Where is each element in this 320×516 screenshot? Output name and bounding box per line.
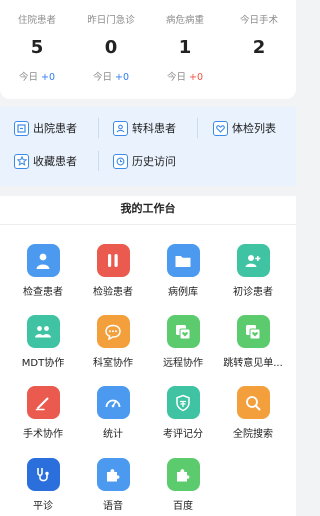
stat-value: 5 (30, 37, 44, 58)
tile-evaluation[interactable]: 考评记分 (147, 386, 219, 440)
workbench-section: 我的工作台 检查患者 检验患者 病例库 初诊患者 MDT协作 科室协作 远程协作… (0, 196, 296, 516)
tile-surgery[interactable]: 手术协作 (7, 386, 79, 440)
stat-label: 昨日门急诊 (87, 15, 135, 26)
tile-label: 全院搜索 (233, 429, 273, 440)
checkup-icon (213, 120, 228, 136)
today-delta: +0 (189, 72, 204, 83)
tile-department[interactable]: 科室协作 (77, 315, 149, 369)
gauge-icon (96, 386, 130, 419)
today-label: 今日 (92, 72, 112, 83)
tile-label: 科室协作 (93, 358, 133, 369)
tile-label: 初诊患者 (233, 287, 273, 298)
tile-hospital-search[interactable]: 全院搜索 (217, 386, 289, 440)
quick-link-history[interactable]: 历史访问 (113, 151, 176, 171)
quick-link-transfer[interactable]: 转科患者 (113, 118, 176, 138)
stat-value: 0 (104, 37, 118, 58)
stat-value: 2 (252, 37, 266, 58)
quick-links-row: 收藏患者 历史访问 (0, 151, 296, 179)
chat-icon (96, 315, 130, 348)
today-delta: +0 (41, 72, 56, 83)
tile-referral-form[interactable]: 跳转意见单... (217, 315, 289, 369)
divider (98, 151, 99, 171)
stat-label: 住院患者 (17, 15, 56, 26)
tile-label: 平诊 (33, 501, 53, 512)
tile-exam-patients[interactable]: 检查患者 (7, 244, 79, 298)
stat-value: 1 (178, 37, 192, 58)
heart-card-icon (236, 315, 270, 348)
tile-label: 远程协作 (163, 358, 203, 369)
transfer-icon (113, 120, 128, 136)
quick-link-label: 历史访问 (132, 155, 176, 168)
today-label: 今日 (18, 72, 38, 83)
stats-card: 住院患者 5 今日 +0 昨日门急诊 0 今日 +0 病危病重 1 今日 +0 今日手… (0, 0, 296, 99)
tile-label: 百度 (173, 501, 193, 512)
stat-inpatients[interactable]: 住院患者 5 今日 +0 (0, 0, 74, 99)
puzzle-icon (96, 458, 130, 491)
today-label: 今日 (166, 72, 186, 83)
divider (197, 118, 198, 138)
tile-baidu[interactable]: 百度 (147, 458, 219, 512)
heart-card-icon (166, 315, 200, 348)
quick-links-row: 出院患者 转科患者 体检列表 (0, 118, 296, 146)
divider (98, 118, 99, 138)
tile-first-visit[interactable]: 初诊患者 (217, 244, 289, 298)
stat-critical[interactable]: 病危病重 1 今日 +0 (148, 0, 222, 99)
star-icon (14, 153, 29, 169)
history-icon (113, 153, 128, 169)
tile-label: 语音 (103, 501, 123, 512)
stat-today: 今日 +0 (148, 69, 222, 83)
tile-voice[interactable]: 语音 (77, 458, 149, 512)
tile-label: 检查患者 (23, 287, 63, 298)
tile-label: 跳转意见单... (223, 358, 283, 369)
test-tube-icon (96, 244, 130, 277)
stat-label: 今日手术 (239, 15, 278, 26)
tile-label: MDT协作 (21, 358, 65, 369)
stat-today: 今日 +0 (0, 69, 74, 83)
workbench-title: 我的工作台 (120, 202, 176, 215)
tile-case-library[interactable]: 病例库 (147, 244, 219, 298)
stat-yesterday-outpatient[interactable]: 昨日门急诊 0 今日 +0 (74, 0, 148, 99)
quick-link-checkup[interactable]: 体检列表 (213, 118, 276, 138)
tile-remote[interactable]: 远程协作 (147, 315, 219, 369)
stat-surgery-today[interactable]: 今日手术 2 (222, 0, 296, 99)
quick-link-label: 收藏患者 (33, 155, 77, 168)
tile-mdt[interactable]: MDT协作 (7, 315, 79, 369)
quick-link-label: 体检列表 (232, 122, 276, 135)
divider (0, 224, 296, 225)
doctor-icon (26, 244, 60, 277)
quick-links-panel: 出院患者 转科患者 体检列表 收藏患者 历史访问 (0, 107, 296, 186)
tile-label: 考评记分 (163, 429, 203, 440)
folder-icon (166, 244, 200, 277)
quick-link-favorites[interactable]: 收藏患者 (14, 151, 77, 171)
today-delta: +0 (115, 72, 130, 83)
tile-lab-patients[interactable]: 检验患者 (77, 244, 149, 298)
tile-statistics[interactable]: 统计 (77, 386, 149, 440)
scalpel-icon (26, 386, 60, 419)
quick-link-label: 出院患者 (33, 122, 77, 135)
stethoscope-icon (26, 458, 60, 491)
add-user-icon (236, 244, 270, 277)
stat-label: 病危病重 (165, 15, 204, 26)
tile-label: 检验患者 (93, 287, 133, 298)
search-icon (236, 386, 270, 419)
quick-link-label: 转科患者 (132, 122, 176, 135)
tile-routine-visit[interactable]: 平诊 (7, 458, 79, 512)
discharge-icon (14, 120, 29, 136)
tile-label: 统计 (103, 429, 123, 440)
shield-icon (166, 386, 200, 419)
group-icon (26, 315, 60, 348)
puzzle-icon (166, 458, 200, 491)
stat-today: 今日 +0 (74, 69, 148, 83)
tile-label: 手术协作 (23, 429, 63, 440)
quick-link-discharge[interactable]: 出院患者 (14, 118, 77, 138)
tile-label: 病例库 (168, 287, 198, 298)
